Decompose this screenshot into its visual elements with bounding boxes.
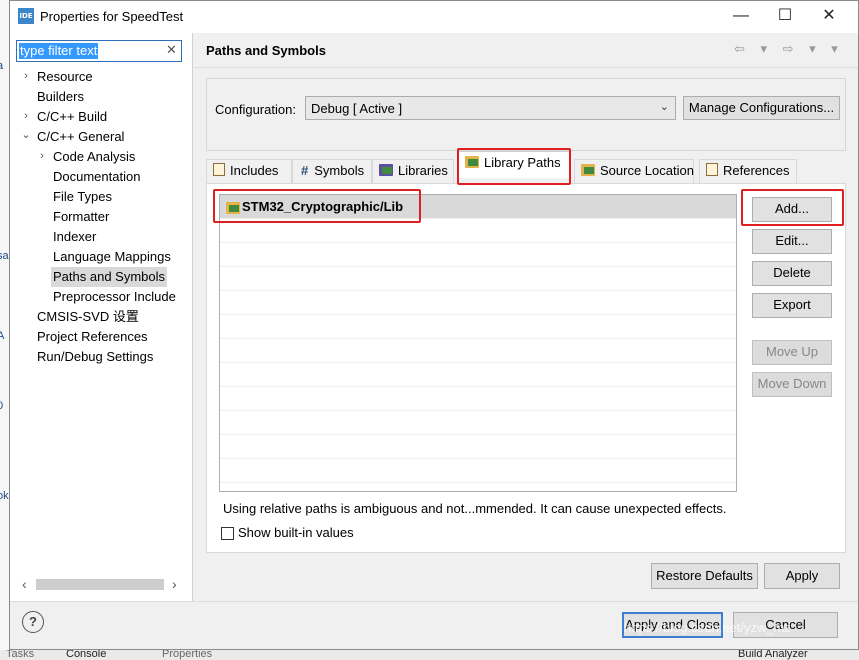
maximize-button[interactable]: ☐ (762, 1, 808, 33)
empty-row (220, 363, 736, 387)
title-bar: IDE Properties for SpeedTest — ☐ ✕ (10, 1, 858, 33)
chevron-down-icon: ⌄ (659, 101, 669, 113)
show-builtin-checkbox[interactable] (221, 527, 234, 540)
tab-label: Source Location (600, 163, 694, 178)
filter-input[interactable]: type filter text ✕ (16, 40, 182, 62)
history-nav-icons[interactable]: ⇦ ▾ ⇨ ▾ ▾ (734, 41, 844, 57)
filter-input-text: type filter text (19, 43, 99, 59)
page-title: Paths and Symbols (206, 43, 326, 58)
configuration-value: Debug [ Active ] (311, 101, 403, 116)
libraries-icon (379, 164, 393, 176)
tab-label: Library Paths (484, 155, 561, 170)
tab-library-paths[interactable]: Library Paths (458, 151, 570, 178)
empty-row (220, 339, 736, 363)
property-page: Paths and Symbols ⇦ ▾ ⇨ ▾ ▾ Configuratio… (194, 33, 858, 601)
tab-label: Symbols (314, 163, 365, 178)
hash-icon: # (301, 163, 309, 178)
empty-row (220, 219, 736, 243)
empty-row (220, 243, 736, 267)
export-button[interactable]: Export (752, 293, 832, 318)
expand-icon[interactable]: › (36, 150, 48, 162)
tab-label: Libraries (398, 163, 448, 178)
library-path-icon (465, 156, 479, 168)
library-paths-panel: STM32_Cryptographic/Lib Add... Edit... D… (206, 183, 846, 553)
configuration-select[interactable]: Debug [ Active ] ⌄ (305, 96, 676, 120)
empty-row (220, 291, 736, 315)
tab-libraries[interactable]: Libraries (372, 159, 454, 183)
tree-item-language-mappings[interactable]: Language Mappings (53, 247, 171, 267)
tree-item-documentation[interactable]: Documentation (53, 167, 140, 187)
properties-dialog: IDE Properties for SpeedTest — ☐ ✕ type … (9, 0, 859, 650)
tab-label: Includes (230, 163, 279, 178)
manage-configurations-button[interactable]: Manage Configurations... (683, 96, 840, 120)
tab-source-location[interactable]: Source Location (574, 159, 694, 183)
apply-button[interactable]: Apply (764, 563, 840, 589)
tree-item-paths-and-symbols[interactable]: Paths and Symbols (51, 267, 168, 287)
library-path-icon (226, 202, 240, 214)
workbench-tab-build-analyzer[interactable]: Build Analyzer (738, 650, 808, 660)
show-builtin-label[interactable]: Show built-in values (238, 525, 354, 540)
move-down-button[interactable]: Move Down (752, 372, 832, 397)
footer-divider (10, 601, 858, 602)
collapse-icon[interactable]: ⌄ (20, 128, 32, 141)
configuration-group: Configuration: Debug [ Active ] ⌄ Manage… (206, 78, 846, 151)
references-icon (706, 163, 718, 176)
restore-defaults-button[interactable]: Restore Defaults (651, 563, 758, 589)
includes-icon (213, 163, 225, 176)
empty-row (220, 411, 736, 435)
tree-item-indexer[interactable]: Indexer (53, 227, 96, 247)
window-title: Properties for SpeedTest (40, 9, 184, 24)
tree-item-run-debug-settings[interactable]: Run/Debug Settings (37, 347, 153, 367)
empty-row (220, 267, 736, 291)
expand-icon[interactable]: › (20, 110, 32, 122)
property-tree-panel: type filter text ✕ › Resource Builders ›… (10, 33, 193, 601)
tree-item-builders[interactable]: Builders (37, 87, 84, 107)
tree-item-cmsis-svd[interactable]: CMSIS-SVD 设置 (37, 307, 139, 327)
watermark: https://blog.csdn.net/yzw_mz (624, 620, 791, 635)
empty-row (220, 387, 736, 411)
tab-includes[interactable]: Includes (206, 159, 292, 183)
library-path-entry: STM32_Cryptographic/Lib (242, 199, 404, 214)
minimize-button[interactable]: — (718, 1, 764, 33)
expand-icon[interactable]: › (20, 70, 32, 82)
scroll-left-icon[interactable]: ‹ (22, 576, 27, 592)
empty-row (220, 435, 736, 459)
tab-references[interactable]: References (699, 159, 797, 183)
add-button[interactable]: Add... (752, 197, 832, 222)
tree-item-resource[interactable]: Resource (37, 67, 93, 87)
tree-item-project-references[interactable]: Project References (37, 327, 148, 347)
list-item[interactable]: STM32_Cryptographic/Lib (220, 195, 736, 219)
close-window-button[interactable]: ✕ (806, 1, 852, 33)
help-icon[interactable]: ? (22, 611, 44, 633)
relative-path-warning: Using relative paths is ambiguous and no… (223, 501, 727, 516)
tree-item-preprocessor-include[interactable]: Preprocessor Include (53, 287, 176, 307)
source-folder-icon (581, 164, 595, 176)
tab-symbols[interactable]: # Symbols (292, 159, 372, 183)
scrollbar-thumb[interactable] (36, 579, 164, 590)
tree-item-cpp-build[interactable]: C/C++ Build (37, 107, 107, 127)
scroll-right-icon[interactable]: › (172, 576, 177, 592)
tree-item-code-analysis[interactable]: Code Analysis (53, 147, 135, 167)
header-divider (194, 67, 858, 68)
library-paths-list[interactable]: STM32_Cryptographic/Lib (219, 194, 737, 492)
tab-label: References (723, 163, 790, 178)
edit-button[interactable]: Edit... (752, 229, 832, 254)
clear-filter-icon[interactable]: ✕ (166, 42, 177, 58)
background-editor-edge: aisa A0ok (0, 0, 9, 660)
tree-item-cpp-general[interactable]: C/C++ General (37, 127, 124, 147)
tree-item-formatter[interactable]: Formatter (53, 207, 109, 227)
workbench-tab-console[interactable]: Console (66, 650, 106, 660)
workbench-tab-properties[interactable]: Properties (162, 650, 212, 660)
workbench-bottom-tabs: Tasks Console Properties Build Analyzer (0, 650, 859, 660)
empty-row (220, 459, 736, 483)
horizontal-scrollbar[interactable]: ‹ › (22, 576, 182, 593)
tree-item-file-types[interactable]: File Types (53, 187, 112, 207)
delete-button[interactable]: Delete (752, 261, 832, 286)
move-up-button[interactable]: Move Up (752, 340, 832, 365)
workbench-tab-tasks[interactable]: Tasks (6, 650, 34, 660)
ide-app-icon: IDE (18, 8, 34, 24)
configuration-label: Configuration: (215, 102, 296, 117)
empty-row (220, 315, 736, 339)
